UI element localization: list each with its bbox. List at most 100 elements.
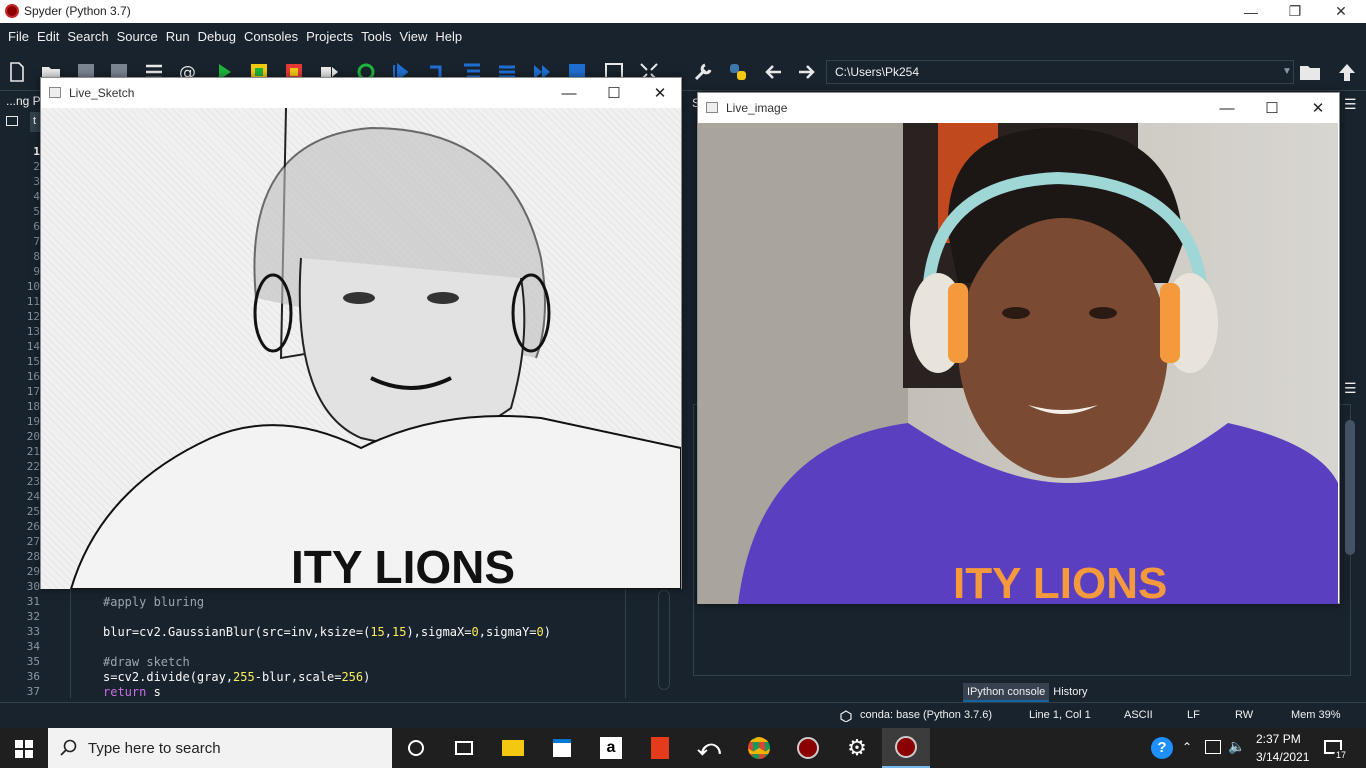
editor-pane-title: ...ng P <box>6 94 41 108</box>
spyder-active-taskbar-icon[interactable] <box>882 728 930 768</box>
console-scrollbar[interactable] <box>1345 420 1355 555</box>
line-number: 6 <box>33 220 40 233</box>
forward-arrow-icon[interactable] <box>795 61 817 83</box>
sketch-close-button[interactable]: ✕ <box>637 78 683 108</box>
line-number: 19 <box>26 415 40 428</box>
line-number: 32 <box>26 610 40 623</box>
windows-start-icon[interactable] <box>15 740 33 758</box>
store-icon[interactable] <box>538 728 586 768</box>
clock-time[interactable]: 2:37 PM <box>1256 732 1301 746</box>
line-number: 20 <box>26 430 40 443</box>
menu-debug[interactable]: Debug <box>194 23 240 51</box>
window-icon <box>706 102 718 113</box>
line-number: 22 <box>26 460 40 473</box>
live-image-window[interactable]: Live_image — ☐ ✕ ITY LIONS <box>697 92 1340 604</box>
line-number: 27 <box>26 535 40 548</box>
browse-folder-icon[interactable] <box>1298 61 1322 83</box>
image-close-button[interactable]: ✕ <box>1295 93 1341 123</box>
live-sketch-window[interactable]: Live_Sketch — ☐ ✕ ITY LIONS <box>40 77 682 589</box>
line-number: 14 <box>26 340 40 353</box>
line-number-gutter: 1 2 3 4 5 6 7 8 9 10 11 12 13 14 15 16 1… <box>0 140 42 698</box>
live-image-title: Live_image <box>726 101 788 115</box>
tab-ipython-console[interactable]: IPython console <box>963 683 1050 702</box>
sketch-drawing: ITY LIONS <box>41 108 681 589</box>
volume-icon[interactable]: 🔈 <box>1228 738 1245 755</box>
menu-tools[interactable]: Tools <box>357 23 395 51</box>
sketch-minimize-button[interactable]: — <box>546 78 592 108</box>
line-number: 34 <box>26 640 40 653</box>
taskbar-search-box[interactable]: Type here to search <box>48 728 392 768</box>
menu-run[interactable]: Run <box>162 23 194 51</box>
cursor-position: Line 1, Col 1 <box>1029 709 1091 721</box>
cortana-icon[interactable] <box>392 728 440 768</box>
encoding-status: ASCII <box>1124 709 1153 721</box>
line-number: 7 <box>33 235 40 248</box>
parent-directory-icon[interactable] <box>1336 61 1358 83</box>
python-path-icon[interactable] <box>727 61 749 83</box>
menu-file[interactable]: File <box>4 23 33 51</box>
menu-consoles[interactable]: Consoles <box>240 23 302 51</box>
restore-button[interactable]: ❐ <box>1272 0 1318 23</box>
line-number: 13 <box>26 325 40 338</box>
minimize-button[interactable]: — <box>1228 0 1274 23</box>
line-number: 8 <box>33 250 40 263</box>
live-image-title-bar[interactable]: Live_image — ☐ ✕ <box>698 93 1339 123</box>
back-arrow-icon[interactable] <box>763 61 785 83</box>
editor-scrollbar[interactable] <box>658 590 670 690</box>
settings-gear-icon[interactable]: ⚙ <box>833 728 881 768</box>
tab-history[interactable]: History <box>1049 683 1091 702</box>
line-number: 26 <box>26 520 40 533</box>
chevron-up-icon[interactable]: ⌃ <box>1182 740 1192 754</box>
sketch-maximize-button[interactable]: ☐ <box>591 78 637 108</box>
office-icon[interactable] <box>636 728 684 768</box>
code-line: blur=cv2.GaussianBlur(src=inv,ksize=(15,… <box>103 625 551 639</box>
eol-status: LF <box>1187 709 1200 721</box>
line-number: 30 <box>26 580 40 593</box>
menu-view[interactable]: View <box>395 23 431 51</box>
line-number: 11 <box>26 295 40 308</box>
menu-projects[interactable]: Projects <box>302 23 357 51</box>
search-placeholder: Type here to search <box>88 740 221 757</box>
menu-edit[interactable]: Edit <box>33 23 63 51</box>
new-file-icon[interactable] <box>6 61 28 83</box>
line-number: 10 <box>26 280 40 293</box>
line-number: 25 <box>26 505 40 518</box>
camera-frame: ITY LIONS <box>698 123 1338 604</box>
working-directory-field[interactable]: C:\Users\Pk254 <box>826 60 1294 84</box>
live-sketch-title-bar[interactable]: Live_Sketch — ☐ ✕ <box>41 78 681 108</box>
image-maximize-button[interactable]: ☐ <box>1249 93 1295 123</box>
preferences-wrench-icon[interactable] <box>692 61 714 83</box>
kite-icon[interactable]: ⤺ <box>685 728 733 768</box>
spyder-taskbar-icon[interactable] <box>784 728 832 768</box>
line-number: 17 <box>26 385 40 398</box>
task-view-icon[interactable] <box>440 728 488 768</box>
spyder-icon <box>5 4 19 18</box>
help-icon[interactable]: ? <box>1151 737 1173 759</box>
network-icon[interactable] <box>1205 740 1221 754</box>
close-button[interactable]: ✕ <box>1318 0 1364 23</box>
memory-status: Mem 39% <box>1291 709 1341 721</box>
line-number: 18 <box>26 400 40 413</box>
menu-search[interactable]: Search <box>63 23 112 51</box>
code-line: s=cv2.divide(gray,255-blur,scale=256) <box>103 670 371 684</box>
line-number: 4 <box>33 190 40 203</box>
window-icon <box>49 87 61 98</box>
line-number: 15 <box>26 355 40 368</box>
amazon-icon[interactable]: a <box>587 728 635 768</box>
line-number: 1 <box>33 145 40 158</box>
file-explorer-icon[interactable] <box>489 728 537 768</box>
line-number: 3 <box>33 175 40 188</box>
conda-env-status[interactable]: conda: base (Python 3.7.6) <box>860 709 992 721</box>
line-number: 21 <box>26 445 40 458</box>
image-minimize-button[interactable]: — <box>1204 93 1250 123</box>
permissions-status: RW <box>1235 709 1254 721</box>
chevron-down-icon[interactable]: ▼ <box>1282 66 1292 77</box>
menu-help[interactable]: Help <box>431 23 466 51</box>
browse-tabs-icon[interactable] <box>6 116 18 126</box>
menu-source[interactable]: Source <box>113 23 162 51</box>
clock-date[interactable]: 3/14/2021 <box>1256 750 1309 764</box>
console-options-icon[interactable]: ☰ <box>1344 380 1357 397</box>
sketch-image: ITY LIONS <box>41 108 681 589</box>
chrome-icon[interactable] <box>735 728 783 768</box>
pane-options-icon[interactable]: ☰ <box>1344 96 1357 113</box>
